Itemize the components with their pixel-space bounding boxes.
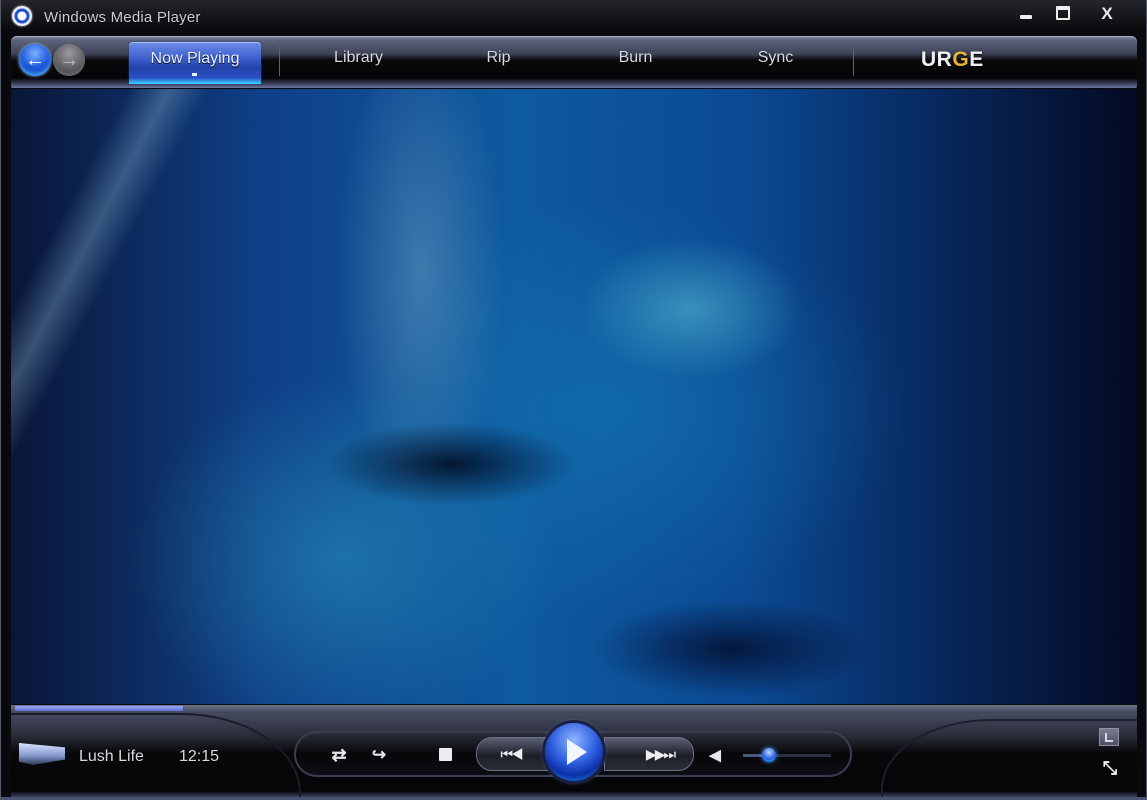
app-logo-icon (12, 6, 32, 26)
tab-label: Burn (618, 49, 653, 66)
minimize-button[interactable] (1012, 3, 1040, 25)
visualization-area[interactable] (11, 89, 1137, 704)
previous-icon: ⏮◀ (500, 745, 523, 762)
stop-button[interactable] (436, 745, 454, 763)
shuffle-button[interactable]: ⇄ (326, 743, 352, 767)
elapsed-time[interactable]: 12:15 (179, 748, 219, 766)
fullscreen-button[interactable]: ⤡ (1099, 757, 1121, 779)
store-label-suffix: E (969, 48, 984, 71)
stop-icon (438, 747, 452, 761)
urge-store-tab[interactable]: URGE (921, 48, 984, 72)
transport-controls: ⇄ ↪ ⏮◀ ▶▶⏭ ◀ (294, 723, 852, 781)
visualization-streak (11, 89, 213, 704)
seek-progress (15, 706, 183, 711)
minimize-icon (1020, 15, 1032, 19)
switch-to-compact-mode-button[interactable] (1099, 728, 1119, 746)
tab-library[interactable]: Library (291, 36, 426, 80)
fullscreen-icon: ⤡ (1102, 758, 1118, 778)
tab-label: Rip (486, 49, 511, 66)
close-button[interactable]: X (1093, 3, 1121, 25)
tab-label: Library (334, 49, 383, 66)
tab-label: Sync (757, 49, 794, 66)
tab-now-playing[interactable]: Now Playing (129, 42, 261, 84)
arrow-left-icon: ← (25, 48, 45, 71)
back-button[interactable]: ← (19, 44, 51, 76)
navigation-bar: ← → Now Playing Library Rip Burn Sync UR… (11, 36, 1137, 88)
store-label-accent: G (952, 48, 970, 71)
tab-divider (853, 46, 854, 76)
tab-label: Now Playing (150, 50, 240, 67)
tab-dropdown-indicator-icon[interactable] (192, 73, 197, 76)
shuffle-icon: ⇄ (331, 744, 347, 765)
maximize-button[interactable] (1049, 3, 1077, 25)
forward-button[interactable]: → (53, 44, 85, 76)
volume-slider-handle[interactable] (762, 748, 777, 762)
volume-slider[interactable] (743, 748, 831, 762)
next-icon: ▶▶⏭ (645, 745, 676, 762)
next-button[interactable]: ▶▶⏭ (604, 737, 694, 771)
repeat-icon: ↪ (371, 745, 387, 764)
tab-rip[interactable]: Rip (431, 36, 566, 80)
tab-burn[interactable]: Burn (568, 36, 703, 80)
arrow-right-icon: → (59, 48, 79, 71)
window-title: Windows Media Player (44, 9, 201, 26)
media-player-window: Windows Media Player X ← → Now Playing L… (0, 0, 1147, 800)
title-bar: Windows Media Player X (1, 0, 1146, 34)
seek-bar[interactable] (11, 705, 1137, 713)
playback-controls-bar: Lush Life 12:15 ⇄ ↪ ⏮◀ ▶▶⏭ ◀ ⤡ (11, 713, 1137, 797)
speaker-icon: ◀ (709, 747, 721, 764)
store-label-prefix: UR (921, 48, 953, 71)
play-button[interactable] (545, 723, 603, 781)
tab-sync[interactable]: Sync (708, 36, 843, 80)
maximize-icon (1056, 6, 1070, 20)
track-title: Lush Life (79, 748, 144, 765)
mute-button[interactable]: ◀ (704, 743, 726, 767)
tab-divider (279, 46, 280, 76)
repeat-button[interactable]: ↪ (366, 743, 392, 767)
